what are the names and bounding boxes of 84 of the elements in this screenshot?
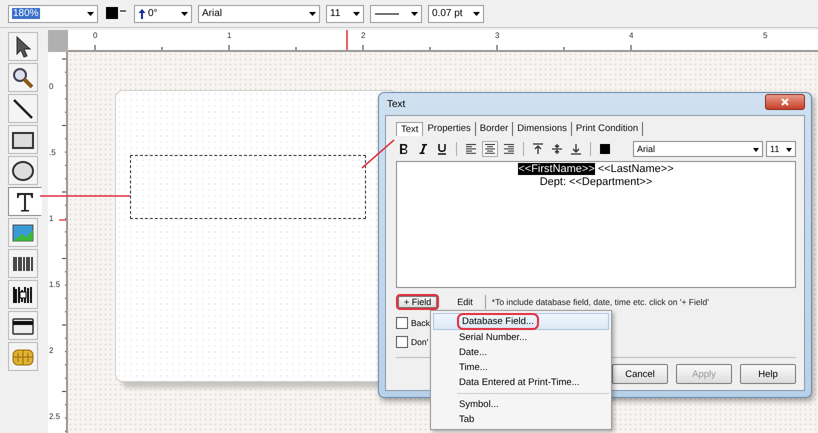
- tool-button[interactable]: [8, 311, 38, 340]
- edit-button[interactable]: Edit: [451, 296, 479, 308]
- align-right-button[interactable]: [501, 141, 517, 157]
- combo-value: 11: [330, 8, 340, 19]
- align-right-icon: [503, 143, 515, 155]
- ruler-label: 5: [763, 31, 768, 40]
- ruler-label: 2.5: [49, 412, 60, 421]
- menu-item[interactable]: Database Field...: [433, 313, 609, 330]
- align-left-button[interactable]: [463, 141, 479, 157]
- align-middle-button[interactable]: [549, 141, 565, 157]
- size-combo[interactable]: 11: [766, 141, 796, 157]
- ruler-label: 1.5: [49, 280, 60, 289]
- ruler-label: 3: [495, 31, 500, 40]
- bold-icon: [398, 143, 410, 155]
- menu-item[interactable]: Data Entered at Print-Time...: [433, 375, 609, 390]
- font-combo[interactable]: Arial: [198, 4, 320, 22]
- tool-button[interactable]: [8, 280, 38, 309]
- tool-button[interactable]: [8, 63, 38, 92]
- align-top-button[interactable]: [530, 141, 546, 157]
- checkbox-label: Back: [411, 318, 430, 328]
- size-combo[interactable]: 11: [326, 4, 364, 22]
- checkbox-label: Don': [411, 337, 428, 347]
- menu-item[interactable]: Serial Number...: [433, 330, 609, 345]
- checkbox[interactable]: [396, 336, 408, 348]
- tab[interactable]: Print Condition: [572, 122, 644, 136]
- combo-value: 180%: [12, 8, 40, 19]
- line-style-combo[interactable]: [370, 4, 422, 22]
- checkbox[interactable]: [396, 317, 408, 329]
- combo-value: 0.07 pt: [432, 8, 463, 19]
- underline-icon: [436, 143, 448, 155]
- add-field-button[interactable]: + Field: [396, 294, 440, 310]
- ruler-label: 0: [93, 31, 98, 40]
- align-middle-icon: [551, 143, 563, 155]
- dialog-button[interactable]: Help: [740, 364, 796, 384]
- menu-item[interactable]: Tab: [433, 412, 609, 427]
- field-text: <<FirstName>>: [518, 163, 595, 175]
- combo-value: 0°: [148, 8, 158, 19]
- align-center-icon: [484, 143, 496, 155]
- combo-value: Arial: [202, 8, 222, 19]
- up-arrow-icon: [138, 8, 146, 20]
- tab[interactable]: Properties: [423, 122, 476, 136]
- tool-button[interactable]: [8, 249, 38, 278]
- align-center-button[interactable]: [482, 141, 498, 157]
- font-combo[interactable]: Arial: [633, 141, 763, 157]
- field-text: <<LastName>>: [596, 163, 674, 175]
- dialog-button[interactable]: Cancel: [612, 364, 668, 384]
- ruler-label: 2: [49, 346, 54, 355]
- dialog-title: Text: [386, 98, 406, 110]
- ruler-label: 4: [629, 31, 634, 40]
- menu-item[interactable]: Symbol...: [433, 397, 609, 412]
- rotation-combo[interactable]: 0°: [134, 4, 192, 22]
- text-editor[interactable]: <<FirstName>> <<LastName>> Dept: <<Department>>: [396, 161, 796, 288]
- tab[interactable]: Dimensions: [513, 122, 572, 136]
- close-icon: [780, 97, 790, 107]
- ruler-label: .5: [49, 148, 56, 157]
- ruler-label: 1: [227, 31, 232, 40]
- tool-button[interactable]: [8, 94, 38, 123]
- tool-button[interactable]: [8, 218, 38, 247]
- tool-button[interactable]: [8, 156, 38, 185]
- tool-button[interactable]: [8, 125, 38, 154]
- ruler-label: 0: [49, 82, 54, 91]
- close-button[interactable]: [765, 94, 805, 110]
- line-width-combo[interactable]: 0.07 pt: [428, 4, 484, 22]
- italic-icon: [417, 143, 429, 155]
- ruler-corner: [48, 30, 68, 52]
- field-text: Dept: <<Department>>: [540, 176, 652, 188]
- align-left-icon: [465, 143, 477, 155]
- tool-button[interactable]: [8, 187, 42, 216]
- align-bottom-button[interactable]: [568, 141, 584, 157]
- text-color-button[interactable]: [597, 141, 613, 157]
- tab[interactable]: Text: [396, 122, 424, 136]
- tab[interactable]: Border: [476, 122, 514, 136]
- zoom-combo[interactable]: 180%: [8, 4, 98, 22]
- text-object-frame[interactable]: [130, 155, 366, 219]
- ruler-label: 1: [49, 214, 54, 223]
- align-top-icon: [532, 143, 544, 155]
- tool-button[interactable]: [8, 32, 38, 61]
- ruler-label: 2: [361, 31, 366, 40]
- menu-item[interactable]: Time...: [433, 360, 609, 375]
- text-color-icon: [599, 143, 611, 155]
- hint-text: *To include database field, date, time etc. click on '+ Field': [492, 297, 709, 307]
- align-bottom-icon: [570, 143, 582, 155]
- leader-line: [362, 139, 394, 169]
- menu-item[interactable]: Date...: [433, 345, 609, 360]
